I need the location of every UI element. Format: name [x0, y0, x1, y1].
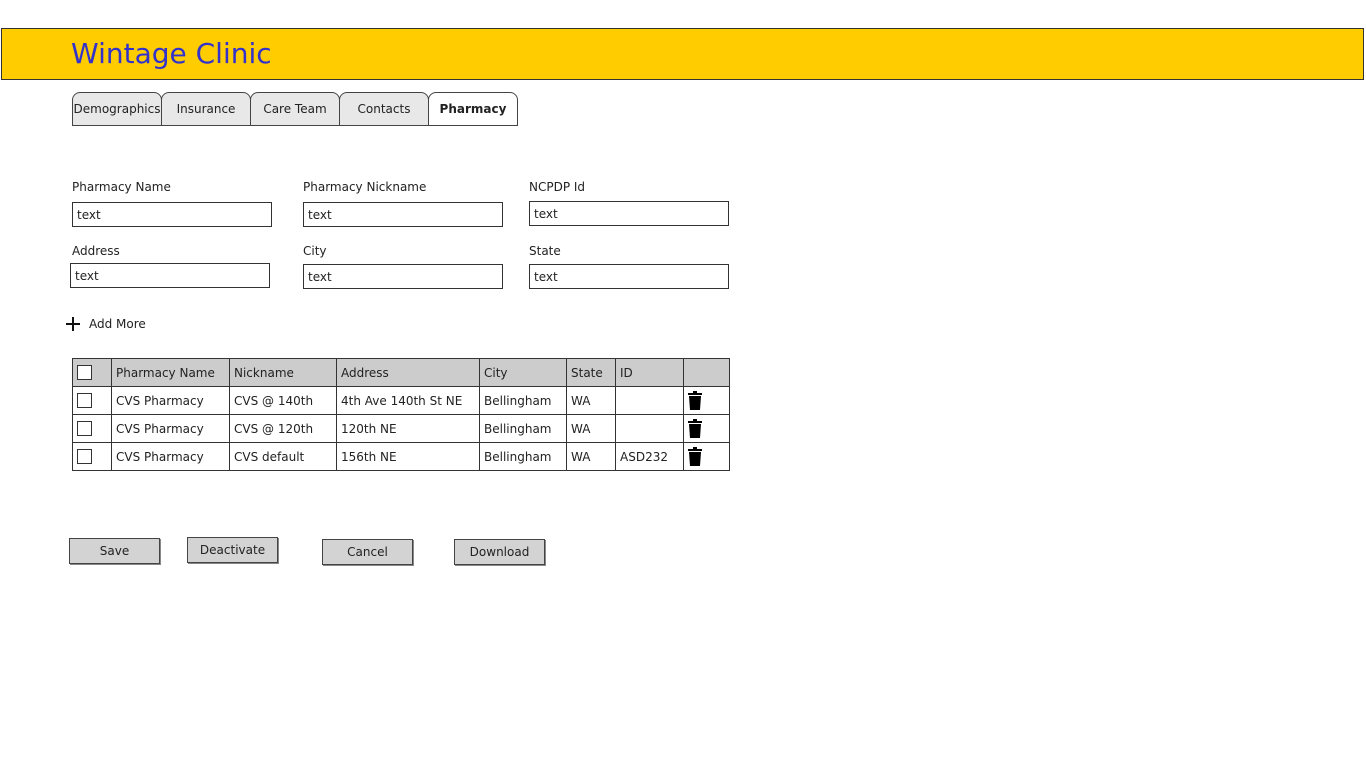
- table-row[interactable]: CVS Pharmacy CVS default 156th NE Bellin…: [72, 442, 730, 471]
- table-row[interactable]: CVS Pharmacy CVS @ 120th 120th NE Bellin…: [72, 414, 730, 443]
- column-header[interactable]: Nickname: [229, 358, 337, 387]
- address-label: Address: [72, 244, 120, 258]
- column-header[interactable]: Pharmacy Name: [111, 358, 230, 387]
- deactivate-button[interactable]: Deactivate: [187, 537, 278, 563]
- pharmacy-nickname-label: Pharmacy Nickname: [303, 180, 427, 194]
- pharmacy-nickname-input[interactable]: [303, 202, 503, 227]
- tab-care-team[interactable]: Care Team: [250, 92, 340, 126]
- row-select-cell: [72, 386, 112, 415]
- cell-pharmacy-name: CVS Pharmacy: [111, 414, 230, 443]
- row-checkbox[interactable]: [77, 393, 92, 408]
- cell-id: [615, 414, 684, 443]
- ncpdp-id-input[interactable]: [529, 201, 729, 226]
- cell-state: WA: [566, 414, 616, 443]
- cell-city: Bellingham: [479, 414, 567, 443]
- select-all-cell: [72, 358, 112, 387]
- tab-insurance[interactable]: Insurance: [161, 92, 251, 126]
- pharmacy-table: Pharmacy Name Nickname Address City Stat…: [72, 358, 730, 471]
- column-header[interactable]: City: [479, 358, 567, 387]
- cell-address: 4th Ave 140th St NE: [336, 386, 480, 415]
- ncpdp-id-label: NCPDP Id: [529, 180, 586, 194]
- row-checkbox[interactable]: [77, 421, 92, 436]
- cell-state: WA: [566, 442, 616, 471]
- column-header[interactable]: Address: [336, 358, 480, 387]
- app-title: Wintage Clinic: [71, 37, 272, 70]
- cell-nickname: CVS @ 120th: [229, 414, 337, 443]
- address-input[interactable]: [70, 263, 270, 288]
- trash-icon[interactable]: [688, 419, 702, 438]
- pharmacy-name-label: Pharmacy Name: [72, 180, 171, 194]
- cell-address: 156th NE: [336, 442, 480, 471]
- cell-id: [615, 386, 684, 415]
- download-button[interactable]: Download: [454, 539, 545, 565]
- row-actions-cell: [683, 386, 730, 415]
- cell-pharmacy-name: CVS Pharmacy: [111, 386, 230, 415]
- save-button[interactable]: Save: [69, 538, 160, 564]
- select-all-checkbox[interactable]: [77, 365, 92, 380]
- state-input[interactable]: [529, 264, 729, 289]
- add-more-button[interactable]: Add More: [65, 316, 146, 332]
- cell-nickname: CVS default: [229, 442, 337, 471]
- city-input[interactable]: [303, 264, 503, 289]
- cell-nickname: CVS @ 140th: [229, 386, 337, 415]
- trash-icon[interactable]: [688, 391, 702, 410]
- app-header: Wintage Clinic: [1, 28, 1364, 80]
- table-row[interactable]: CVS Pharmacy CVS @ 140th 4th Ave 140th S…: [72, 386, 730, 415]
- column-header[interactable]: State: [566, 358, 616, 387]
- city-label: City: [303, 244, 327, 258]
- tab-pharmacy[interactable]: Pharmacy: [428, 92, 518, 126]
- add-more-label: Add More: [89, 317, 146, 331]
- tab-bar: Demographics Insurance Care Team Contact…: [72, 92, 518, 127]
- pharmacy-name-input[interactable]: [72, 202, 272, 227]
- tab-contacts[interactable]: Contacts: [339, 92, 429, 126]
- cell-state: WA: [566, 386, 616, 415]
- trash-icon[interactable]: [688, 447, 702, 466]
- tab-demographics[interactable]: Demographics: [72, 92, 162, 126]
- cell-city: Bellingham: [479, 442, 567, 471]
- cell-address: 120th NE: [336, 414, 480, 443]
- cancel-button[interactable]: Cancel: [322, 539, 413, 565]
- cell-pharmacy-name: CVS Pharmacy: [111, 442, 230, 471]
- row-checkbox[interactable]: [77, 449, 92, 464]
- column-header[interactable]: ID: [615, 358, 684, 387]
- row-actions-cell: [683, 442, 730, 471]
- page: Wintage Clinic Demographics Insurance Ca…: [0, 0, 1366, 768]
- table-header-row: Pharmacy Name Nickname Address City Stat…: [72, 358, 730, 387]
- state-label: State: [529, 244, 561, 258]
- row-actions-cell: [683, 414, 730, 443]
- row-select-cell: [72, 442, 112, 471]
- plus-icon: [65, 316, 81, 332]
- cell-city: Bellingham: [479, 386, 567, 415]
- actions-column-header: [683, 358, 730, 387]
- row-select-cell: [72, 414, 112, 443]
- cell-id: ASD232: [615, 442, 684, 471]
